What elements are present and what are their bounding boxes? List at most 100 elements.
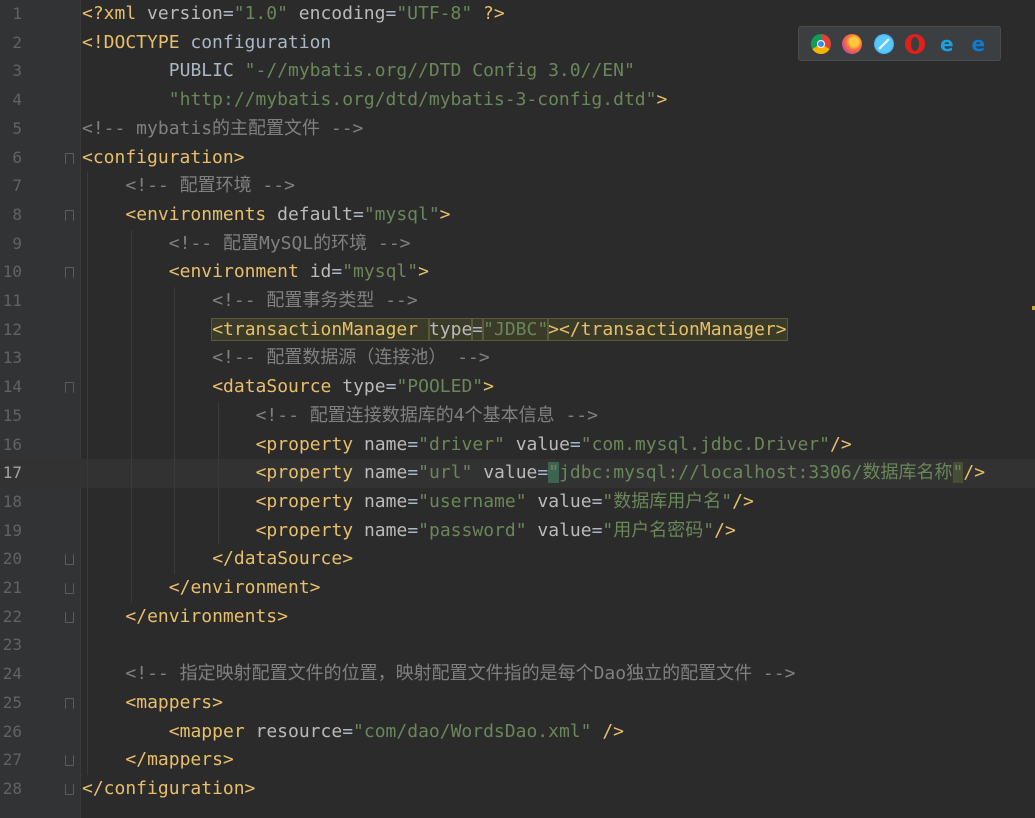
- token: />: [732, 490, 754, 512]
- token: <property: [255, 519, 364, 541]
- code-line[interactable]: 8 <environments default="mysql">: [0, 201, 1035, 230]
- token: name: [363, 433, 408, 455]
- code-line[interactable]: 28 </configuration>: [0, 775, 1035, 804]
- code-line[interactable]: 18 <property name="username" value="数据库用户…: [0, 488, 1035, 517]
- code-text: <!-- 配置MySQL的环境 -->: [169, 230, 411, 259]
- code-text: <property name="username" value="数据库用户名"…: [256, 488, 754, 517]
- code-text: <!-- 配置事务类型 -->: [212, 287, 418, 316]
- code-line[interactable]: 12 <transactionManager type="JDBC"></tran…: [0, 316, 1035, 345]
- fold-toggle-icon[interactable]: [65, 554, 74, 566]
- code-line[interactable]: 3 PUBLIC "-//mybatis.org//DTD Config 3.0/…: [0, 57, 1035, 86]
- edge-icon[interactable]: e: [968, 34, 988, 54]
- opera-icon[interactable]: [905, 33, 926, 54]
- line-number: 9: [12, 233, 22, 253]
- code-line[interactable]: 4 "http://mybatis.org/dtd/mybatis-3-confi…: [0, 86, 1035, 115]
- indent-guide: [174, 287, 176, 574]
- code-editor[interactable]: 1 <?xml version="1.0" encoding="UTF-8" ?>…: [0, 0, 1035, 818]
- fold-toggle-icon[interactable]: [65, 267, 74, 279]
- fold-toggle-icon[interactable]: [65, 152, 74, 164]
- code-text: <!DOCTYPE configuration: [82, 29, 331, 58]
- fold-toggle-icon[interactable]: [65, 209, 74, 221]
- token: "driver": [418, 433, 505, 455]
- line-number: 1: [12, 4, 22, 23]
- code-text: <mappers>: [125, 689, 223, 718]
- token: jdbc:mysql://localhost:3306/数据库名称: [559, 462, 953, 484]
- code-line[interactable]: 14 <dataSource type="POOLED">: [0, 373, 1035, 402]
- code-line[interactable]: 13 <!-- 配置数据源（连接池） -->: [0, 344, 1035, 373]
- token: value: [515, 433, 570, 455]
- fold-toggle-icon[interactable]: [65, 583, 74, 594]
- code-text: <dataSource type="POOLED">: [212, 373, 494, 402]
- line-number: 16: [2, 434, 22, 454]
- fold-toggle-icon[interactable]: [65, 697, 74, 709]
- code-line[interactable]: 19 <property name="password" value="用户名密码…: [0, 517, 1035, 546]
- code-line[interactable]: 7 <!-- 配置环境 -->: [0, 172, 1035, 201]
- code-text: </environments>: [125, 603, 288, 632]
- token: "-//mybatis.org//DTD Config 3.0//EN": [244, 60, 635, 82]
- chrome-icon[interactable]: [810, 33, 831, 54]
- code-text: "http://mybatis.org/dtd/mybatis-3-config…: [169, 86, 668, 115]
- code-line[interactable]: 6 <configuration>: [0, 144, 1035, 173]
- browser-preview-toolbar: e e: [798, 26, 1001, 61]
- token: <property: [255, 490, 364, 512]
- code-line[interactable]: 20 </dataSource>: [0, 545, 1035, 574]
- line-number: 15: [2, 405, 22, 425]
- code-line[interactable]: 16 <property name="driver" value="com.mys…: [0, 431, 1035, 460]
- code-line[interactable]: 17 <property name="url" value="jdbc:mysql…: [0, 459, 1035, 488]
- code-line[interactable]: 10 <environment id="mysql">: [0, 258, 1035, 287]
- line-number: 28: [2, 778, 22, 798]
- line-number: 12: [2, 319, 22, 339]
- token: >: [656, 89, 668, 111]
- code-area[interactable]: 1 <?xml version="1.0" encoding="UTF-8" ?>…: [0, 0, 1035, 818]
- safari-icon[interactable]: [873, 33, 894, 54]
- token: name: [363, 462, 408, 484]
- token: />: [602, 720, 624, 742]
- code-line[interactable]: 25 <mappers>: [0, 689, 1035, 718]
- token: "url": [418, 462, 473, 484]
- line-number: 6: [12, 147, 22, 167]
- line-number: 20: [2, 549, 22, 569]
- token: <!DOCTYPE: [82, 31, 191, 53]
- token: >: [418, 261, 429, 283]
- code-line[interactable]: 26 <mapper resource="com/dao/WordsDao.xml…: [0, 718, 1035, 747]
- code-line[interactable]: 5 <!-- mybatis的主配置文件 -->: [0, 115, 1035, 144]
- token: id: [309, 261, 332, 283]
- ie-icon[interactable]: e: [937, 34, 957, 54]
- token: =: [471, 317, 485, 341]
- token: <!-- 配置MySQL的环境 -->: [168, 232, 411, 254]
- token: "username": [418, 490, 527, 512]
- code-text: <property name="driver" value="com.mysql…: [256, 431, 852, 460]
- code-text: </mappers>: [125, 746, 233, 775]
- fold-toggle-icon[interactable]: [65, 783, 74, 795]
- token: <property: [255, 462, 364, 484]
- token: name: [363, 490, 408, 512]
- fold-toggle-icon[interactable]: [65, 611, 74, 623]
- token: =: [407, 433, 419, 455]
- code-line[interactable]: 9 <!-- 配置MySQL的环境 -->: [0, 230, 1035, 259]
- fold-toggle-icon[interactable]: [65, 382, 74, 394]
- fold-toggle-icon[interactable]: [65, 755, 74, 767]
- code-line[interactable]: 23: [0, 631, 1035, 660]
- code-line[interactable]: 1 <?xml version="1.0" encoding="UTF-8" ?>: [0, 0, 1035, 29]
- line-number: 21: [2, 578, 22, 597]
- code-line[interactable]: 27 </mappers>: [0, 746, 1035, 775]
- token: =: [222, 3, 234, 24]
- code-line[interactable]: 24 <!-- 指定映射配置文件的位置，映射配置文件指的是每个Dao独立的配置文件…: [0, 660, 1035, 689]
- code-line[interactable]: 11 <!-- 配置事务类型 -->: [0, 287, 1035, 316]
- code-line[interactable]: 21 </environment>: [0, 574, 1035, 603]
- code-text: <?xml version="1.0" encoding="UTF-8" ?>: [82, 0, 505, 29]
- token: value: [537, 519, 592, 541]
- token: "UTF-8": [396, 3, 473, 24]
- line-number: 13: [2, 348, 22, 368]
- code-text: </dataSource>: [212, 545, 353, 574]
- token: =: [537, 462, 549, 484]
- token: <property: [255, 433, 364, 455]
- code-line[interactable]: 15 <!-- 配置连接数据库的4个基本信息 -->: [0, 402, 1035, 431]
- code-line[interactable]: 22 </environments>: [0, 603, 1035, 632]
- code-text: </configuration>: [82, 775, 255, 804]
- firefox-icon[interactable]: [842, 33, 863, 54]
